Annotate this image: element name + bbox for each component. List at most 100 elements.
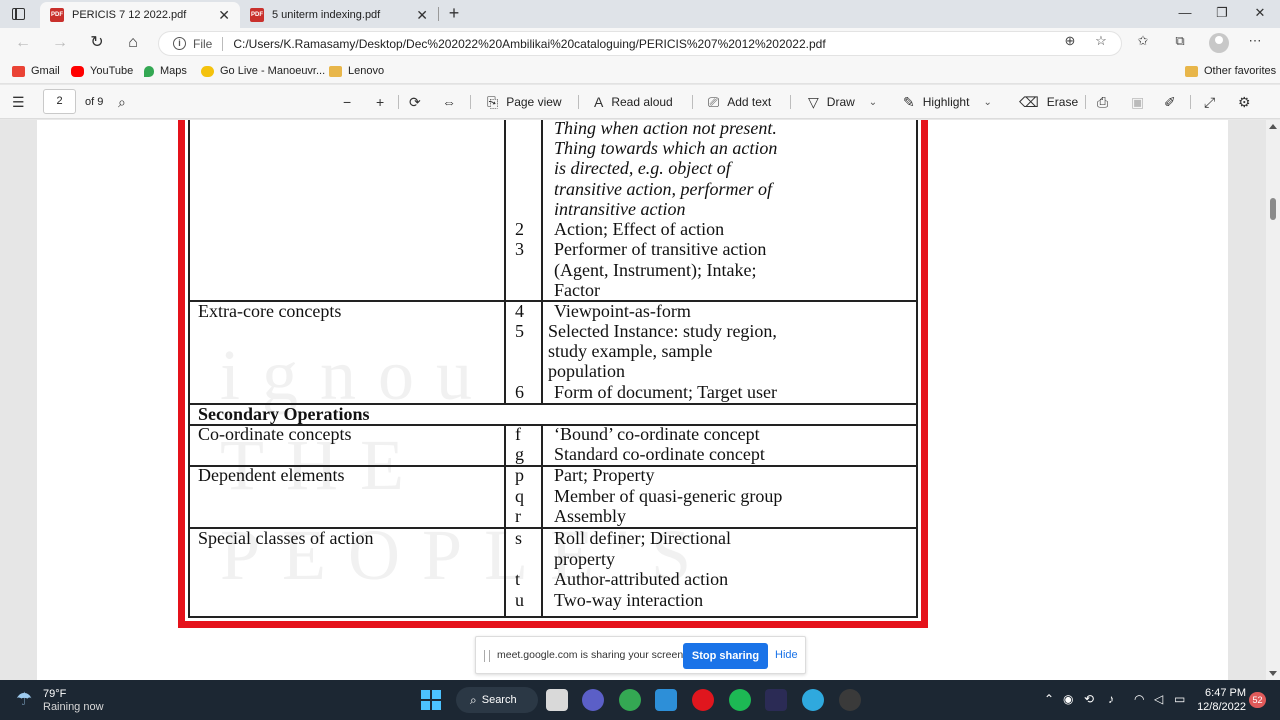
start-button[interactable] — [421, 690, 441, 710]
table-text: transitive action, performer of — [554, 179, 772, 199]
notification-badge[interactable]: 52 — [1249, 692, 1266, 708]
tab-actions-icon[interactable] — [8, 5, 30, 23]
volume-icon[interactable]: ◁ — [1154, 692, 1163, 706]
taskbar-search[interactable]: ⌕ Search — [456, 687, 538, 713]
microphone-icon[interactable]: ♪ — [1108, 692, 1114, 706]
vertical-scrollbar[interactable] — [1266, 120, 1280, 680]
rain-cloud-icon[interactable]: ☂ — [16, 688, 38, 710]
chrome-icon[interactable] — [619, 689, 641, 711]
new-tab-button[interactable]: + — [444, 3, 464, 23]
add-favorite-icon[interactable]: ☆ — [1092, 32, 1110, 50]
task-view-icon[interactable] — [546, 689, 568, 711]
table-text: population — [548, 361, 625, 381]
zoom-in-icon[interactable]: + — [376, 92, 392, 112]
avatar[interactable] — [1209, 33, 1229, 53]
wifi-icon[interactable]: ◠ — [1134, 692, 1144, 706]
save-icon[interactable]: ▣ — [1131, 92, 1152, 112]
scroll-up-icon[interactable] — [1269, 124, 1277, 129]
hide-button[interactable]: Hide — [775, 649, 798, 661]
add-text-button[interactable]: ⎚ Add text — [708, 92, 771, 112]
table-label: Dependent elements — [198, 465, 345, 485]
wps-icon[interactable] — [765, 689, 787, 711]
temperature[interactable]: 79°F — [43, 688, 66, 700]
clock[interactable]: 6:47 PM 12/8/2022 — [1196, 686, 1246, 714]
page-total: of 9 — [85, 96, 104, 108]
fit-width-icon[interactable]: ⇔ — [442, 92, 464, 112]
maximize-button[interactable]: ❐ — [1207, 4, 1237, 22]
bookmark-gmail[interactable]: Gmail — [12, 63, 60, 79]
draw-button[interactable]: ▽ Draw ⌄ — [808, 92, 877, 112]
scrollbar-thumb[interactable] — [1270, 198, 1276, 220]
contents-icon[interactable]: ☰ — [12, 92, 33, 112]
table-text: Part; Property — [554, 465, 655, 485]
collections-icon[interactable]: ⧉ — [1171, 32, 1189, 50]
more-menu-icon[interactable]: ⋯ — [1246, 32, 1264, 50]
maps-icon — [144, 65, 154, 77]
zoom-icon[interactable]: ⊕ — [1061, 32, 1079, 50]
close-window-button[interactable]: ✕ — [1245, 4, 1275, 22]
table-text: property — [554, 549, 615, 569]
chevron-down-icon[interactable]: ⌄ — [869, 97, 877, 108]
page-view-label: Page view — [506, 95, 562, 109]
teams-chat-icon[interactable] — [582, 689, 604, 711]
erase-button[interactable]: ⌫ Erase — [1019, 92, 1078, 112]
save-as-icon[interactable]: ✐ — [1164, 92, 1184, 112]
highlight-label: Highlight — [922, 95, 970, 109]
obs-icon[interactable] — [839, 689, 861, 711]
refresh-button[interactable]: ↻ — [86, 33, 108, 53]
drag-handle-icon[interactable] — [484, 650, 490, 662]
column-divider — [504, 120, 506, 404]
bookmark-lenovo[interactable]: Lenovo — [329, 63, 384, 79]
mail-icon[interactable] — [655, 689, 677, 711]
time: 6:47 PM — [1205, 687, 1246, 699]
weather-description[interactable]: Raining now — [43, 701, 104, 713]
other-favorites[interactable]: Other favorites — [1185, 63, 1276, 79]
rotate-icon[interactable]: ⟳ — [409, 92, 429, 112]
close-icon[interactable]: ✕ — [218, 7, 230, 24]
find-icon[interactable]: ⌕ — [118, 92, 134, 112]
scroll-down-icon[interactable] — [1269, 671, 1277, 676]
pdf-icon: PDF — [50, 8, 64, 22]
page-view-button[interactable]: ⎘ Page view — [487, 92, 562, 112]
chevron-down-icon[interactable]: ⌄ — [983, 97, 991, 108]
fullscreen-icon[interactable]: ⤢ — [1204, 92, 1223, 112]
spotify-icon[interactable] — [729, 689, 751, 711]
settings-icon[interactable]: ⚙ — [1238, 92, 1259, 112]
bookmark-youtube[interactable]: YouTube — [71, 63, 133, 79]
opera-icon[interactable] — [692, 689, 714, 711]
document-viewport[interactable]: ignouTHE PEOPLE'SUNIVERSITY Thing when a… — [0, 120, 1280, 680]
table-code: t — [515, 569, 521, 589]
edge-icon[interactable] — [802, 689, 824, 711]
app-tray-icon[interactable]: ◉ — [1063, 692, 1073, 706]
bookmark-label: Gmail — [31, 65, 60, 77]
table-label: Special classes of action — [198, 528, 374, 548]
minimize-button[interactable]: — — [1170, 4, 1200, 22]
close-icon[interactable]: ✕ — [416, 7, 428, 24]
print-icon[interactable]: ⎙ — [1097, 92, 1116, 112]
chevron-up-icon[interactable]: ⌃ — [1044, 692, 1054, 706]
table-text: Author-attributed action — [554, 569, 729, 589]
tab-pericis[interactable]: PDF PERICIS 7 12 2022.pdf ✕ — [40, 2, 240, 28]
table-text: ‘Bound’ co-ordinate concept — [554, 424, 760, 444]
zoom-out-icon[interactable]: − — [343, 92, 359, 112]
forward-button[interactable]: → — [49, 33, 71, 53]
home-button[interactable]: ⌂ — [122, 33, 144, 53]
battery-icon[interactable]: ▭ — [1174, 692, 1185, 706]
url-text[interactable]: C:/Users/K.Ramasamy/Desktop/Dec%202022%2… — [233, 37, 1121, 51]
draw-label: Draw — [826, 95, 855, 109]
bookmark-maps[interactable]: Maps — [144, 63, 187, 79]
address-bar[interactable]: i File C:/Users/K.Ramasamy/Desktop/Dec%2… — [158, 31, 1122, 56]
tab-uniterm[interactable]: PDF 5 uniterm indexing.pdf ✕ — [240, 2, 438, 28]
draw-icon: ▽ — [808, 93, 819, 110]
bookmark-go-live[interactable]: Go Live - Manoeuvr... — [201, 63, 325, 79]
sync-icon[interactable]: ⟲ — [1084, 692, 1094, 706]
erase-label: Erase — [1046, 95, 1079, 109]
highlight-button[interactable]: ✎ Highlight ⌄ — [903, 92, 992, 112]
read-aloud-button[interactable]: A Read aloud — [594, 92, 673, 112]
stop-sharing-button[interactable]: Stop sharing — [683, 643, 768, 669]
pdf-icon: PDF — [250, 8, 264, 22]
back-button[interactable]: ← — [12, 33, 34, 53]
favorites-icon[interactable]: ✩ — [1134, 32, 1152, 50]
page-number-input[interactable]: 2 — [43, 89, 76, 114]
info-icon[interactable]: i — [173, 37, 186, 50]
